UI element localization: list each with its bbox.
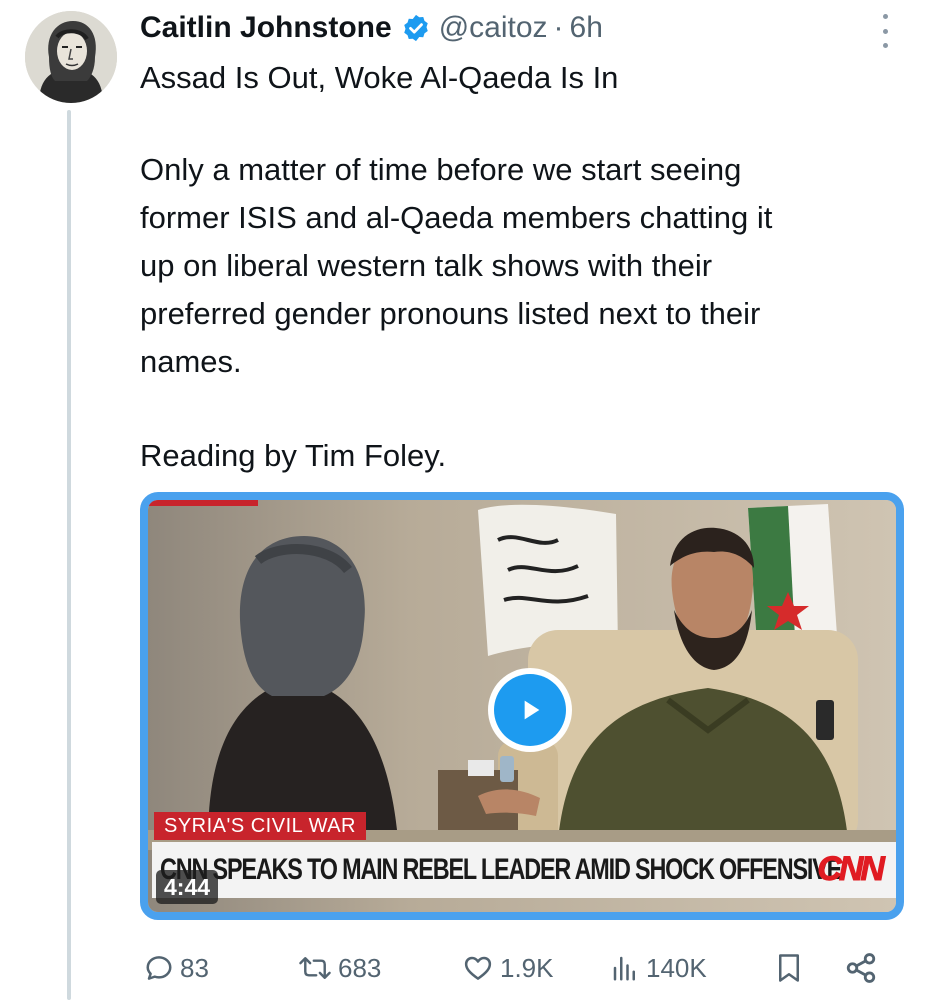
tweet-body-line: up on liberal western talk shows with th… — [140, 248, 713, 283]
bookmark-button[interactable] — [774, 948, 804, 988]
avatar[interactable] — [25, 11, 117, 103]
author-handle[interactable]: @caitoz — [439, 11, 548, 45]
repost-button[interactable]: 683 — [298, 948, 381, 988]
tweet-body-line: Only a matter of time before we start se… — [140, 152, 742, 187]
author-name[interactable]: Caitlin Johnstone — [140, 11, 392, 45]
tweet-timestamp[interactable]: 6h — [570, 11, 603, 45]
tweet-body-line: names. — [140, 344, 242, 379]
bookmark-icon — [774, 951, 804, 985]
repost-icon — [298, 953, 332, 983]
repost-count: 683 — [338, 952, 382, 983]
play-icon — [494, 674, 566, 746]
cnn-logo: CNN — [817, 850, 886, 889]
like-button[interactable]: 1.9K — [462, 948, 554, 988]
reply-button[interactable]: 83 — [144, 948, 209, 988]
header-separator: · — [553, 11, 564, 44]
verified-badge-icon — [401, 13, 431, 43]
tweet-title: Assad Is Out, Woke Al-Qaeda Is In — [140, 60, 619, 95]
share-button[interactable] — [844, 948, 878, 988]
video-player[interactable]: SYRIA'S CIVIL WAR CNN SPEAKS TO MAIN REB… — [140, 492, 904, 920]
tweet-header: Caitlin Johnstone @caitoz · 6h — [140, 8, 603, 48]
share-icon — [844, 951, 878, 985]
tweet-body-line: preferred gender pronouns listed next to… — [140, 296, 761, 331]
video-duration: 4:44 — [156, 870, 219, 904]
tweet-credit: Reading by Tim Foley. — [140, 438, 447, 473]
like-count: 1.9K — [500, 952, 554, 983]
news-headline-bar: CNN SPEAKS TO MAIN REBEL LEADER AMID SHO… — [152, 842, 896, 898]
play-button[interactable] — [488, 668, 572, 752]
more-vertical-icon[interactable] — [879, 14, 891, 48]
reply-count: 83 — [180, 952, 209, 983]
tweet-body-line: former ISIS and al-Qaeda members chattin… — [140, 200, 773, 235]
topic-banner: SYRIA'S CIVIL WAR — [154, 812, 366, 840]
tweet-actions: 83 683 1.9K 140K — [140, 948, 890, 988]
reply-icon — [144, 953, 174, 983]
views-button[interactable]: 140K — [610, 948, 707, 988]
news-headline: CNN SPEAKS TO MAIN REBEL LEADER AMID SHO… — [160, 853, 842, 886]
view-count: 140K — [646, 952, 707, 983]
avatar-illustration — [25, 11, 117, 103]
heart-icon — [462, 953, 494, 983]
views-icon — [610, 953, 640, 983]
thread-line — [67, 110, 71, 1000]
